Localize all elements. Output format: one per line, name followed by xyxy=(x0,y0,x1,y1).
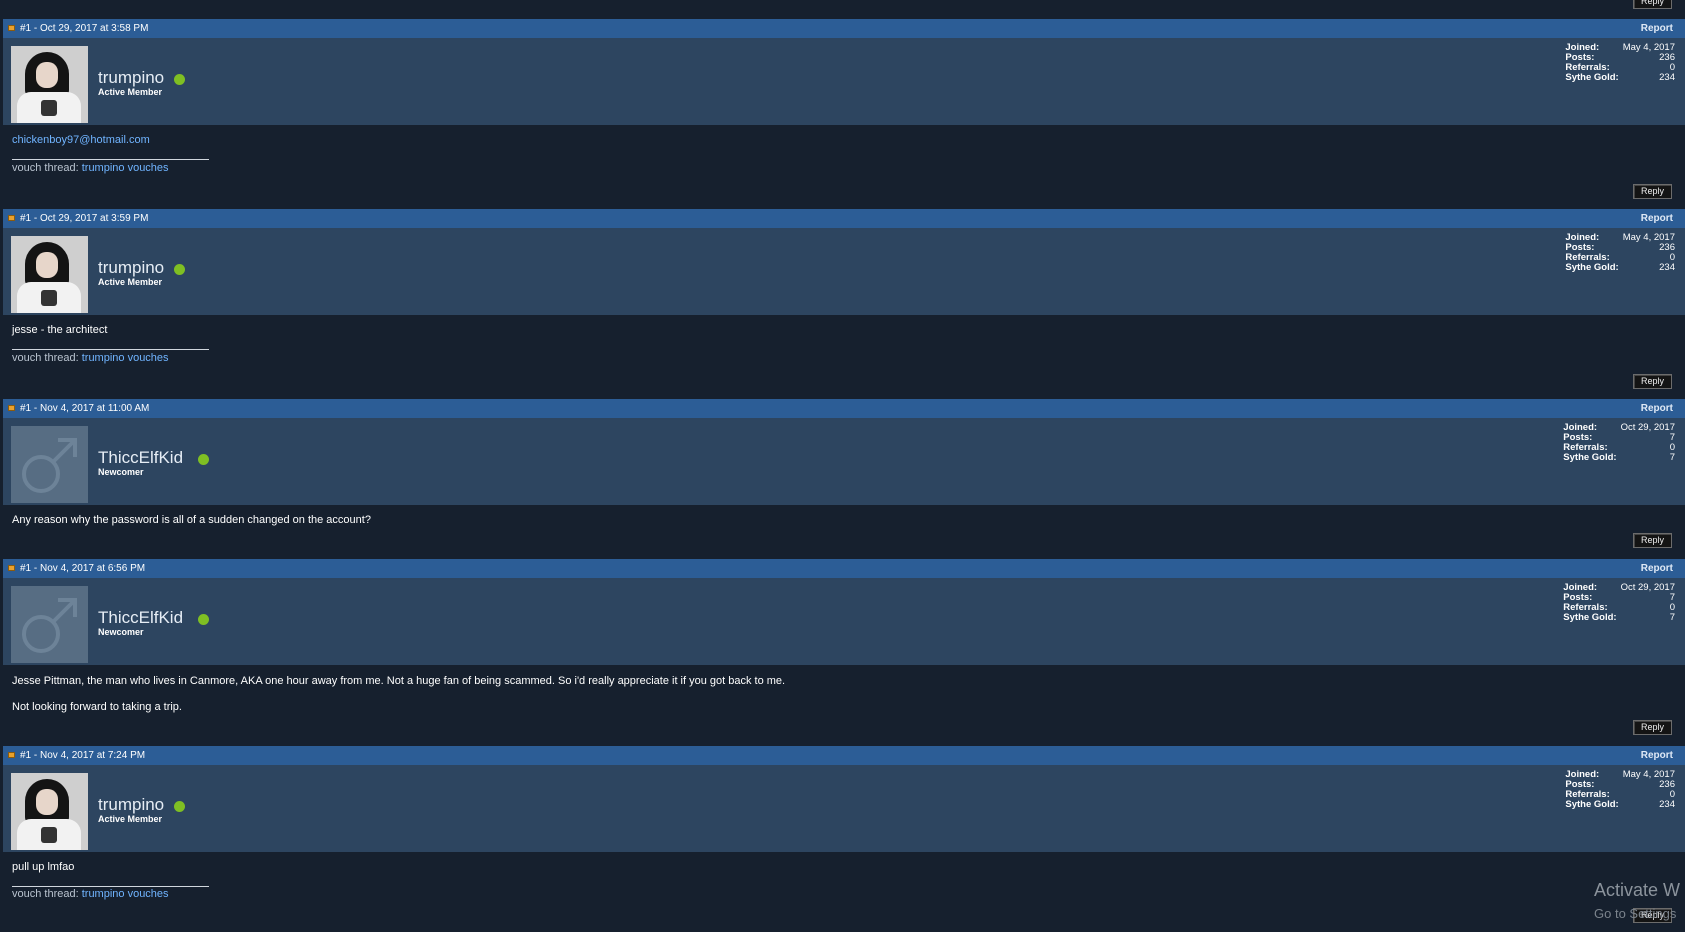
online-status-icon xyxy=(198,614,209,625)
user-info-bar: trumpino Active Member Joined: May 4, 201… xyxy=(3,228,1685,315)
report-link[interactable]: Report xyxy=(1641,399,1673,418)
user-info-bar: trumpino Active Member Joined: May 4, 201… xyxy=(3,38,1685,125)
user-stats: Joined: May 4, 2017 Posts: 236 Referrals: 0… xyxy=(1565,232,1675,273)
reply-button[interactable]: Reply xyxy=(1633,374,1672,389)
online-status-icon xyxy=(174,801,185,812)
signature-label: vouch thread: xyxy=(12,888,79,900)
avatar[interactable] xyxy=(11,586,88,663)
post-message: Not looking forward to taking a trip. xyxy=(12,701,182,713)
post-timestamp: #1 - Nov 4, 2017 at 11:00 AM xyxy=(20,403,150,414)
post-icon xyxy=(8,405,15,411)
post: #1 - Nov 4, 2017 at 6:56 PM Report Thicc… xyxy=(3,559,1685,745)
post: #1 - Nov 4, 2017 at 7:24 PM Report trump… xyxy=(3,746,1685,932)
male-symbol-icon xyxy=(22,438,77,493)
male-symbol-icon xyxy=(22,598,77,653)
activation-watermark-title: Activate W xyxy=(1594,880,1681,900)
reply-button[interactable]: Reply xyxy=(1633,0,1672,9)
report-link[interactable]: Report xyxy=(1641,209,1673,228)
username[interactable]: ThiccElfKid xyxy=(98,608,183,628)
user-title: Active Member xyxy=(98,814,163,824)
post-header: #1 - Oct 29, 2017 at 3:59 PM Report xyxy=(3,209,1685,228)
username[interactable]: trumpino xyxy=(98,258,164,278)
username[interactable]: trumpino xyxy=(98,795,164,815)
post-timestamp: #1 - Nov 4, 2017 at 6:56 PM xyxy=(20,563,146,574)
online-status-icon xyxy=(198,454,209,465)
activation-watermark-subtitle: Go to Settings xyxy=(1594,906,1677,921)
post-icon xyxy=(8,25,15,31)
avatar[interactable] xyxy=(11,46,88,123)
online-status-icon xyxy=(174,74,185,85)
avatar[interactable] xyxy=(11,236,88,313)
post-timestamp: #1 - Oct 29, 2017 at 3:58 PM xyxy=(20,23,149,34)
post-header: #1 - Nov 4, 2017 at 6:56 PM Report xyxy=(3,559,1685,578)
report-link[interactable]: Report xyxy=(1641,19,1673,38)
user-info-bar: ThiccElfKid Newcomer Joined: Oct 29, 2017… xyxy=(3,578,1685,665)
vouch-thread-link[interactable]: trumpino vouches xyxy=(82,888,169,900)
signature-divider xyxy=(12,349,209,350)
signature-divider xyxy=(12,886,209,887)
user-stats: Joined: May 4, 2017 Posts: 236 Referrals: 0… xyxy=(1565,42,1675,83)
vouch-thread-link[interactable]: trumpino vouches xyxy=(82,352,169,364)
post: #1 - Oct 29, 2017 at 3:58 PM Report trum… xyxy=(3,19,1685,209)
post-message[interactable]: chickenboy97@hotmail.com xyxy=(12,134,150,146)
post-message: pull up lmfao xyxy=(12,861,75,873)
username[interactable]: trumpino xyxy=(98,68,164,88)
signature: vouch thread: trumpino vouches xyxy=(12,888,169,900)
signature: vouch thread: trumpino vouches xyxy=(12,352,169,364)
user-title: Newcomer xyxy=(98,627,144,637)
signature-divider xyxy=(12,159,209,160)
user-title: Active Member xyxy=(98,277,163,287)
report-link[interactable]: Report xyxy=(1641,559,1673,578)
post-body: Jesse Pittman, the man who lives in Canm… xyxy=(3,665,1685,745)
online-status-icon xyxy=(174,264,185,275)
post-header: #1 - Oct 29, 2017 at 3:58 PM Report xyxy=(3,19,1685,38)
post-icon xyxy=(8,752,15,758)
post-body: Any reason why the password is all of a … xyxy=(3,505,1685,559)
vouch-thread-link[interactable]: trumpino vouches xyxy=(82,162,169,174)
post-message: Jesse Pittman, the man who lives in Canm… xyxy=(12,675,786,687)
user-info-bar: trumpino Active Member Joined: May 4, 201… xyxy=(3,765,1685,852)
user-title: Active Member xyxy=(98,87,163,97)
post-message: jesse - the architect xyxy=(12,324,108,336)
user-title: Newcomer xyxy=(98,467,144,477)
report-link[interactable]: Report xyxy=(1641,746,1673,765)
post-header: #1 - Nov 4, 2017 at 7:24 PM Report xyxy=(3,746,1685,765)
post-icon xyxy=(8,215,15,221)
post-body: chickenboy97@hotmail.com vouch thread: t… xyxy=(3,125,1685,209)
post: #1 - Nov 4, 2017 at 11:00 AM Report Thic… xyxy=(3,399,1685,559)
user-stats: Joined: Oct 29, 2017 Posts: 7 Referrals: 0 … xyxy=(1563,422,1675,463)
post-icon xyxy=(8,565,15,571)
signature: vouch thread: trumpino vouches xyxy=(12,162,169,174)
post-header: #1 - Nov 4, 2017 at 11:00 AM Report xyxy=(3,399,1685,418)
post: #1 - Oct 29, 2017 at 3:59 PM Report trum… xyxy=(3,209,1685,399)
signature-label: vouch thread: xyxy=(12,352,79,364)
previous-post-footer: Reply xyxy=(0,0,1685,19)
reply-button[interactable]: Reply xyxy=(1633,184,1672,199)
reply-button[interactable]: Reply xyxy=(1633,720,1672,735)
signature-label: vouch thread: xyxy=(12,162,79,174)
user-stats: Joined: Oct 29, 2017 Posts: 7 Referrals: 0 … xyxy=(1563,582,1675,623)
post-timestamp: #1 - Oct 29, 2017 at 3:59 PM xyxy=(20,213,149,224)
post-timestamp: #1 - Nov 4, 2017 at 7:24 PM xyxy=(20,750,146,761)
user-info-bar: ThiccElfKid Newcomer Joined: Oct 29, 2017… xyxy=(3,418,1685,505)
user-stats: Joined: May 4, 2017 Posts: 236 Referrals: 0… xyxy=(1565,769,1675,810)
username[interactable]: ThiccElfKid xyxy=(98,448,183,468)
avatar[interactable] xyxy=(11,426,88,503)
post-message: Any reason why the password is all of a … xyxy=(12,514,371,526)
avatar[interactable] xyxy=(11,773,88,850)
reply-button[interactable]: Reply xyxy=(1633,533,1672,548)
post-body: jesse - the architect vouch thread: trum… xyxy=(3,315,1685,399)
post-body: pull up lmfao vouch thread: trumpino vou… xyxy=(3,852,1685,932)
